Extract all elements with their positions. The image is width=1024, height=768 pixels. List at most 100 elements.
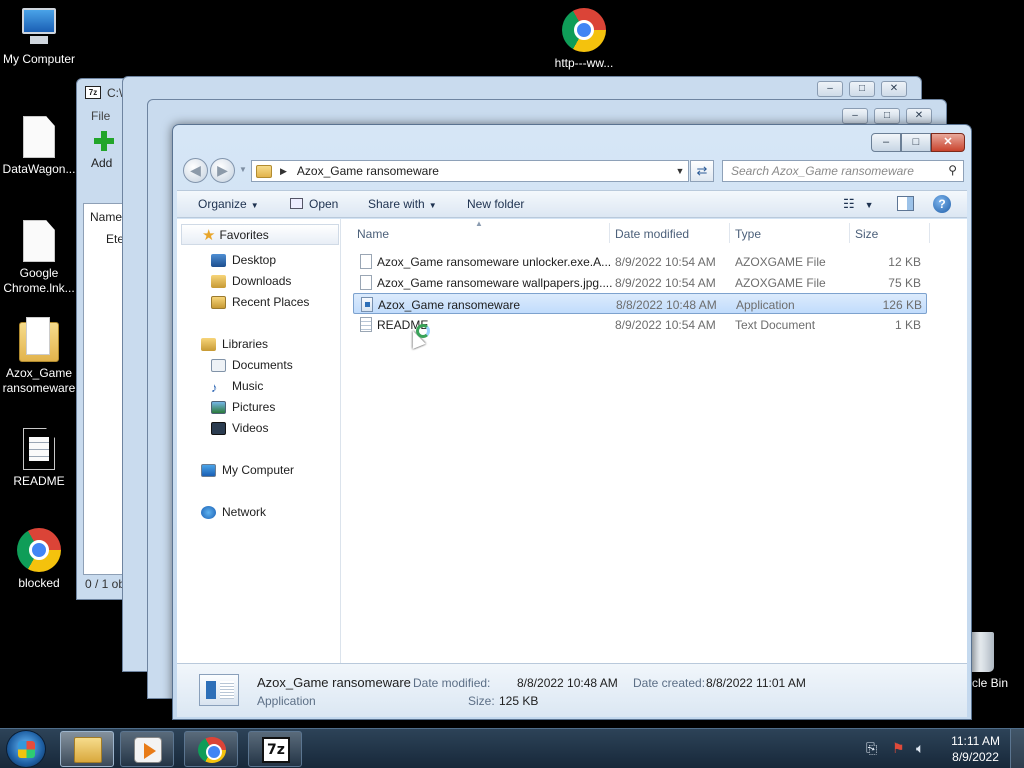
seven-zip-icon: 7z xyxy=(85,86,101,99)
file-name: Azox_Game ransomeware unlocker.exe.A... xyxy=(377,255,612,269)
nav-desktop[interactable]: Desktop xyxy=(211,253,276,267)
tray-volume-icon[interactable]: 🔈︎ xyxy=(916,740,924,757)
minimize-button[interactable]: – xyxy=(842,108,868,124)
nav-videos[interactable]: Videos xyxy=(211,421,268,435)
nav-label: Desktop xyxy=(232,253,277,267)
details-created-label: Date created: xyxy=(633,676,706,690)
share-with-label: Share with xyxy=(368,197,425,211)
minimize-button[interactable]: – xyxy=(871,133,901,152)
close-button[interactable]: ✕ xyxy=(906,108,932,124)
desktop-icon-readme[interactable]: README xyxy=(0,428,78,489)
preview-pane-icon[interactable] xyxy=(897,196,914,211)
document-icon xyxy=(23,116,55,158)
clock[interactable]: 11:11 AM 8/9/2022 xyxy=(951,733,1000,765)
maximize-button[interactable]: □ xyxy=(901,133,931,152)
chevron-down-icon[interactable]: ▼ xyxy=(672,166,688,176)
clock-time: 11:11 AM xyxy=(951,734,1000,748)
network-icon xyxy=(201,505,216,519)
column-name[interactable]: Name xyxy=(90,210,122,224)
nav-pictures[interactable]: Pictures xyxy=(211,400,275,414)
nav-label: Network xyxy=(222,505,267,519)
downloads-icon xyxy=(211,274,226,288)
add-icon xyxy=(94,131,114,151)
desktop-icon-datawagon[interactable]: DataWagon... xyxy=(0,116,78,177)
view-options-icon[interactable]: ☷ ▼ xyxy=(843,196,874,212)
close-button[interactable]: ✕ xyxy=(881,81,907,97)
maximize-button[interactable]: □ xyxy=(874,108,900,124)
desktop-icon-google-chrome-lnk[interactable]: Google Chrome.lnk... xyxy=(0,220,78,296)
close-button[interactable]: ✕ xyxy=(931,133,965,152)
taskbar-media-player-button[interactable] xyxy=(120,731,174,767)
address-bar[interactable]: ▶ Azox_Game ransomeware ▼ xyxy=(251,160,689,182)
minimize-button[interactable]: – xyxy=(817,81,843,97)
content-area: ★ Favorites Desktop Downloads Recent Plac… xyxy=(177,219,967,663)
menu-file[interactable]: File xyxy=(91,109,110,123)
maximize-button[interactable]: □ xyxy=(849,81,875,97)
file-date: 8/9/2022 10:54 AM xyxy=(615,276,716,290)
breadcrumb[interactable]: Azox_Game ransomeware xyxy=(297,164,439,178)
organize-button[interactable]: Organize ▼ xyxy=(198,197,259,211)
taskbar: 7z ⎘ ⚑ 🔈︎ 11:11 AM 8/9/2022 xyxy=(0,728,1024,768)
taskbar-chrome-button[interactable] xyxy=(184,731,238,767)
file-row[interactable]: Azox_Game ransomeware unlocker.exe.A... … xyxy=(353,251,927,272)
recent-pages-dropdown[interactable]: ▼ xyxy=(239,165,247,174)
file-row[interactable]: Azox_Game ransomeware wallpapers.jpg....… xyxy=(353,272,927,293)
back-button[interactable]: ◀ xyxy=(183,158,208,183)
details-file-kind: Application xyxy=(257,694,316,708)
folder-icon xyxy=(19,317,59,362)
status-text: 0 / 1 ob xyxy=(85,577,126,591)
column-header-date-modified[interactable]: Date modified xyxy=(615,227,689,241)
details-pane: Azox_Game ransomeware Application Date m… xyxy=(177,663,967,717)
nav-recent-places[interactable]: Recent Places xyxy=(211,295,309,309)
file-type: AZOXGAME File xyxy=(735,276,826,290)
column-header-name[interactable]: Name xyxy=(357,227,389,241)
file-size: 75 KB xyxy=(888,276,921,290)
breadcrumb-chevron-icon[interactable]: ▶ xyxy=(280,166,287,177)
desktop-icon-label: http---ww... xyxy=(554,56,614,70)
search-input[interactable]: Search Azox_Game ransomeware ⚲ xyxy=(722,160,964,182)
nav-network[interactable]: Network xyxy=(201,505,266,519)
desktop-icon-label: Azox_Game ransomeware xyxy=(2,366,76,395)
open-button[interactable]: Open xyxy=(290,197,338,211)
file-type: AZOXGAME File xyxy=(735,255,826,269)
nav-libraries[interactable]: Libraries xyxy=(201,337,268,351)
column-header-size[interactable]: Size xyxy=(855,227,878,241)
nav-downloads[interactable]: Downloads xyxy=(211,274,291,288)
column-header-type[interactable]: Type xyxy=(735,227,761,241)
file-row[interactable]: README 8/9/2022 10:54 AM Text Document 1… xyxy=(353,314,927,335)
new-folder-button[interactable]: New folder xyxy=(467,197,524,211)
nav-label: Downloads xyxy=(232,274,292,288)
music-icon: ♪ xyxy=(211,379,218,395)
tray-action-center-icon[interactable]: ⚑ xyxy=(892,740,905,757)
taskbar-7zip-button[interactable]: 7z xyxy=(248,731,302,767)
nav-music[interactable]: ♪ Music xyxy=(211,379,263,395)
file-name: Azox_Game ransomeware xyxy=(378,298,521,312)
nav-my-computer[interactable]: My Computer xyxy=(201,463,294,477)
details-modified-value: 8/8/2022 10:48 AM xyxy=(517,676,618,690)
taskbar-explorer-button[interactable] xyxy=(60,731,114,767)
start-button[interactable] xyxy=(6,730,46,768)
file-date: 8/9/2022 10:54 AM xyxy=(615,255,716,269)
nav-favorites[interactable]: ★ Favorites xyxy=(181,224,339,245)
desktop-icon-my-computer[interactable]: My Computer xyxy=(0,8,78,67)
file-row-selected[interactable]: Azox_Game ransomeware 8/8/2022 10:48 AM … xyxy=(353,293,927,314)
desktop-icon-azox-folder[interactable]: Azox_Game ransomeware xyxy=(0,317,78,396)
nav-documents[interactable]: Documents xyxy=(211,358,293,372)
chrome-icon xyxy=(198,737,226,763)
show-desktop-button[interactable] xyxy=(1010,729,1024,768)
tray-network-icon[interactable]: ⎘ xyxy=(866,740,877,757)
add-button[interactable]: Add xyxy=(91,156,112,170)
desktop-icon-chrome-link[interactable]: http---ww... xyxy=(545,8,623,71)
folder-icon xyxy=(256,164,272,178)
file-size: 126 KB xyxy=(882,298,922,312)
help-icon[interactable]: ? xyxy=(933,195,951,213)
chrome-icon xyxy=(17,528,61,572)
forward-button[interactable]: ▶ xyxy=(210,158,235,183)
share-with-button[interactable]: Share with ▼ xyxy=(368,197,437,211)
desktop-icon-blocked[interactable]: blocked xyxy=(0,528,78,591)
explorer-window[interactable]: – □ ✕ ◀ ▶ ▼ ▶ Azox_Game ransomeware ▼ ⇄ … xyxy=(172,124,972,720)
search-placeholder: Search Azox_Game ransomeware xyxy=(731,164,914,178)
nav-label: Documents xyxy=(232,358,293,372)
refresh-button[interactable]: ⇄ xyxy=(690,160,714,182)
new-folder-label: New folder xyxy=(467,197,525,211)
